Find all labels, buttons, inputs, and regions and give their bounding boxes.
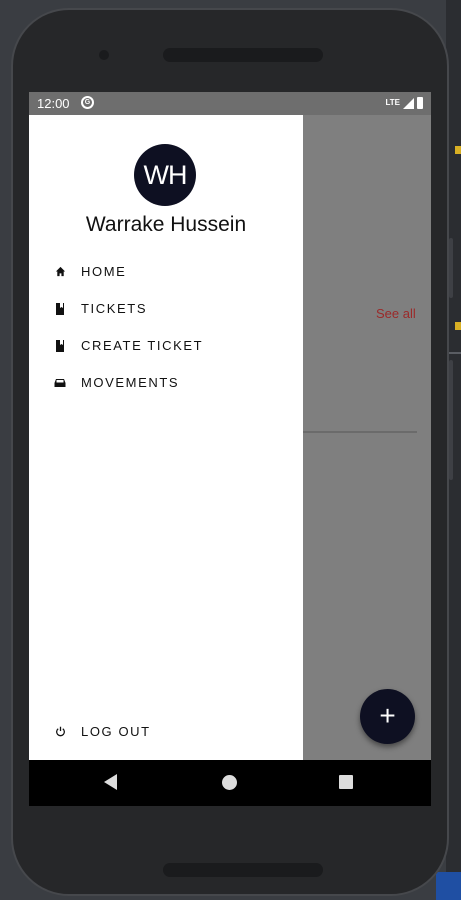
- avatar[interactable]: WH: [134, 144, 196, 206]
- menu-item-label: TICKETS: [81, 301, 148, 316]
- home-icon: [54, 266, 66, 278]
- top-speaker: [163, 48, 323, 62]
- add-fab-button[interactable]: +: [360, 689, 415, 744]
- volume-button[interactable]: [449, 238, 453, 298]
- drawer-menu: HOME TICKETS CREATE TICKET MOVEMENTS: [29, 253, 303, 401]
- signal-icon: [403, 97, 414, 109]
- home-nav-icon[interactable]: [222, 775, 237, 790]
- menu-item-tickets[interactable]: TICKETS: [29, 290, 303, 327]
- network-type: LTE: [385, 98, 400, 107]
- user-name: Warrake Hussein: [85, 213, 247, 236]
- navigation-drawer: WH Warrake Hussein HOME TICKETS CREATE T…: [29, 115, 303, 760]
- back-icon[interactable]: [104, 774, 117, 790]
- ticket-icon: [54, 339, 66, 352]
- device-screen: 12:00 G LTE See all + WH Warrake Hussein…: [29, 92, 431, 806]
- emulator-divider: [448, 352, 461, 354]
- menu-item-create-ticket[interactable]: CREATE TICKET: [29, 327, 303, 364]
- status-icons: LTE: [385, 96, 423, 110]
- menu-item-label: MOVEMENTS: [81, 375, 180, 390]
- car-icon: [54, 377, 66, 389]
- emulator-corner: [436, 872, 461, 900]
- content-divider: [303, 431, 417, 433]
- recents-icon[interactable]: [339, 775, 353, 789]
- power-icon: [54, 726, 66, 738]
- see-all-link[interactable]: See all: [376, 306, 416, 321]
- status-time: 12:00: [37, 96, 70, 111]
- ticket-icon: [54, 302, 66, 315]
- status-bar: 12:00 G LTE: [29, 92, 431, 115]
- emulator-accent-mark: [455, 322, 461, 330]
- logout-button[interactable]: LOG OUT: [29, 713, 303, 750]
- menu-item-label: CREATE TICKET: [81, 338, 204, 353]
- emulator-accent-mark: [455, 146, 461, 154]
- menu-item-home[interactable]: HOME: [29, 253, 303, 290]
- logout-label: LOG OUT: [81, 724, 151, 739]
- sync-icon: G: [81, 96, 94, 109]
- system-nav-bar: [29, 760, 431, 806]
- power-side-button[interactable]: [449, 360, 453, 480]
- menu-item-movements[interactable]: MOVEMENTS: [29, 364, 303, 401]
- logout-container: LOG OUT: [29, 713, 303, 750]
- front-camera: [99, 50, 109, 60]
- menu-item-label: HOME: [81, 264, 127, 279]
- battery-icon: [417, 97, 423, 109]
- bottom-speaker: [163, 863, 323, 877]
